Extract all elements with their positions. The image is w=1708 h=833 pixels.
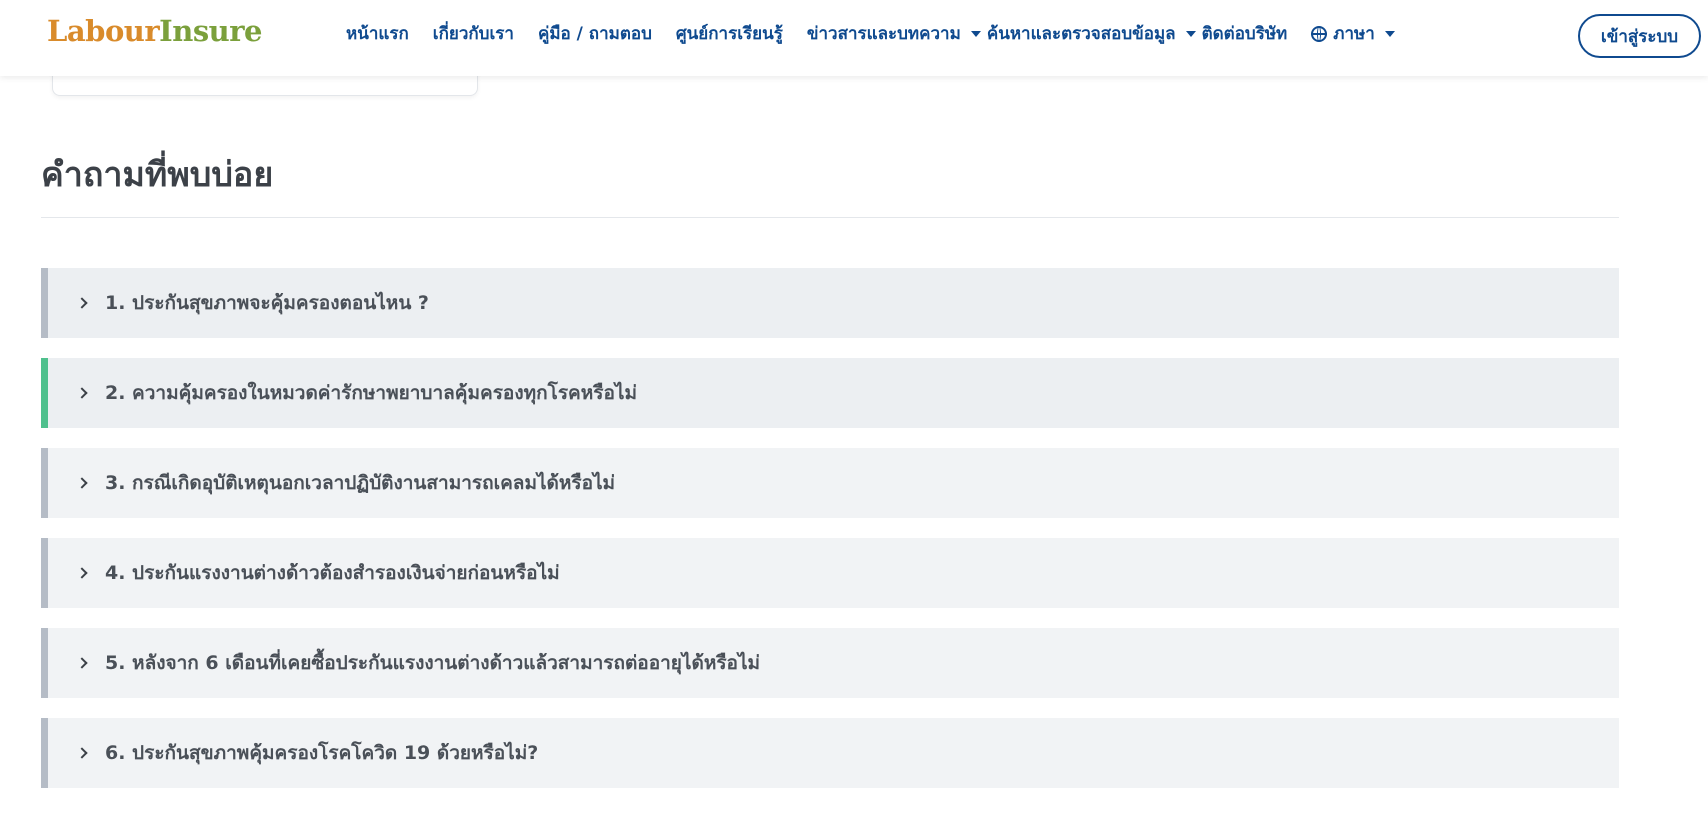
nav-item-news[interactable]: ข่าวสารและบทความ [807, 22, 981, 46]
chevron-right-icon [76, 297, 88, 309]
chevron-right-icon [76, 657, 88, 669]
logo-text-insure: Insure [159, 14, 262, 48]
nav-item-label: ค้นหาและตรวจสอบข้อมูล [986, 24, 1176, 44]
nav-item-home[interactable]: หน้าแรก [346, 22, 409, 46]
faq-item-5[interactable]: 5. หลังจาก 6 เดือนที่เคยซื้อประกันแรงงาน… [41, 628, 1619, 698]
nav-item-contact[interactable]: ติดต่อบริษัท [1202, 22, 1288, 46]
faq-item-4[interactable]: 4. ประกันแรงงานต่างด้าวต้องสำรองเงินจ่าย… [41, 538, 1619, 608]
caret-down-icon [970, 31, 981, 37]
faq-question: 2. ความคุ้มครองในหมวดค่ารักษาพยาบาลคุ้มค… [105, 382, 637, 404]
chevron-right-icon [76, 477, 88, 489]
nav-item-label: หน้าแรก [346, 24, 409, 44]
nav-item-label: เกี่ยวกับเรา [432, 24, 514, 44]
chevron-right-icon [76, 387, 88, 399]
nav-item-learning-center[interactable]: ศูนย์การเรียนรู้ [676, 22, 783, 46]
globe-icon [1311, 26, 1328, 42]
login-button[interactable]: เข้าสู่ระบบ [1578, 14, 1701, 58]
nav-item-label: ศูนย์การเรียนรู้ [675, 24, 783, 44]
language-label: ภาษา [1333, 24, 1375, 44]
faq-title: คำถามที่พบบ่อย [41, 155, 274, 195]
site-header: LabourInsure หน้าแรก เกี่ยวกับเรา คู่มือ… [0, 0, 1708, 76]
faq-item-2[interactable]: 2. ความคุ้มครองในหมวดค่ารักษาพยาบาลคุ้มค… [41, 358, 1619, 428]
faq-list: 1. ประกันสุขภาพจะคุ้มครองตอนไหน ? 2. ควา… [41, 268, 1619, 808]
faq-item-3[interactable]: 3. กรณีเกิดอุบัติเหตุนอกเวลาปฏิบัติงานสา… [41, 448, 1619, 518]
divider [41, 217, 1619, 218]
logo[interactable]: LabourInsure [47, 17, 262, 46]
faq-question: 5. หลังจาก 6 เดือนที่เคยซื้อประกันแรงงาน… [105, 652, 761, 674]
nav-item-search-check[interactable]: ค้นหาและตรวจสอบข้อมูล [987, 22, 1196, 46]
caret-down-icon [1185, 31, 1196, 37]
nav-item-label: ข่าวสารและบทความ [806, 24, 961, 44]
faq-question: 3. กรณีเกิดอุบัติเหตุนอกเวลาปฏิบัติงานสา… [105, 472, 616, 494]
nav-item-language[interactable]: ภาษา [1311, 22, 1395, 46]
chevron-right-icon [76, 567, 88, 579]
faq-item-6[interactable]: 6. ประกันสุขภาพคุ้มครองโรคโควิด 19 ด้วยห… [41, 718, 1619, 788]
login-label: เข้าสู่ระบบ [1600, 26, 1679, 47]
caret-down-icon [1384, 31, 1395, 37]
faq-question: 6. ประกันสุขภาพคุ้มครองโรคโควิด 19 ด้วยห… [105, 742, 539, 764]
nav-item-label: คู่มือ / ถามตอบ [537, 24, 652, 44]
faq-question: 4. ประกันแรงงานต่างด้าวต้องสำรองเงินจ่าย… [105, 562, 560, 584]
nav-item-about[interactable]: เกี่ยวกับเรา [433, 22, 514, 46]
chevron-right-icon [76, 747, 88, 759]
logo-text-labour: Labour [47, 14, 160, 48]
nav-item-manual-faq[interactable]: คู่มือ / ถามตอบ [538, 22, 652, 46]
faq-item-1[interactable]: 1. ประกันสุขภาพจะคุ้มครองตอนไหน ? [41, 268, 1619, 338]
main-nav: หน้าแรก เกี่ยวกับเรา คู่มือ / ถามตอบ ศูน… [346, 22, 1395, 46]
faq-question: 1. ประกันสุขภาพจะคุ้มครองตอนไหน ? [105, 292, 429, 314]
nav-item-label: ติดต่อบริษัท [1201, 24, 1288, 44]
